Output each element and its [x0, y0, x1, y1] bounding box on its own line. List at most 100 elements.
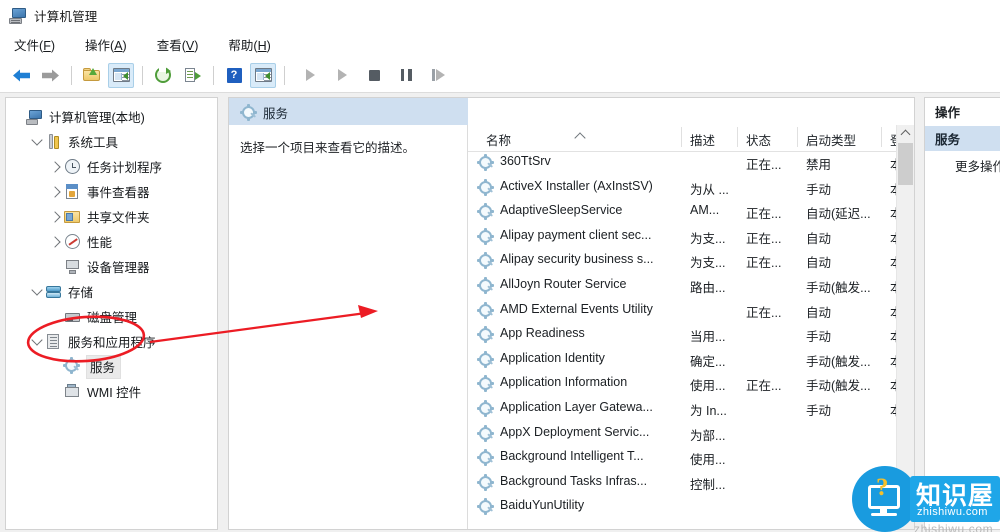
- scroll-up-button[interactable]: [897, 125, 914, 142]
- tree-item-10[interactable]: 服务: [6, 354, 217, 379]
- service-gear-icon: [477, 154, 494, 173]
- table-row[interactable]: Background Tasks Infras... 控制...: [468, 471, 914, 496]
- tree-item-8[interactable]: 磁盘管理: [6, 304, 217, 329]
- tree-item-4[interactable]: 共享文件夹: [6, 204, 217, 229]
- service-description: 控制...: [690, 477, 726, 492]
- console-tree-icon: [112, 68, 130, 82]
- service-gear-icon: [477, 375, 494, 394]
- watermark-monitor-foot: [871, 513, 897, 516]
- chevron-right-icon[interactable]: [48, 229, 64, 254]
- table-row[interactable]: Background Intelligent T... 使用...: [468, 446, 914, 471]
- table-row[interactable]: ActiveX Installer (AxInstSV)为从 ...手动本: [468, 176, 914, 201]
- table-row[interactable]: Application Information 使用... 正在... 手动(触发..…: [468, 372, 914, 397]
- column-divider[interactable]: [881, 127, 882, 147]
- tree-item-label: 服务和应用程序: [68, 336, 156, 350]
- tree-item-5[interactable]: 性能: [6, 229, 217, 254]
- service-startup-type: 手动: [806, 330, 832, 345]
- services-pane: 服务 选择一个项目来查看它的描述。 名称描述状态启动类型登 360TtSrv正在…: [228, 97, 915, 530]
- column-header-description[interactable]: 描述: [681, 127, 715, 149]
- service-gear-icon: [477, 449, 494, 468]
- scrollbar-thumb[interactable]: [898, 143, 913, 185]
- restart-service-button[interactable]: [426, 63, 450, 88]
- services-pane-title: 服务: [263, 107, 289, 121]
- menu-view[interactable]: 查看(V): [155, 33, 201, 56]
- tree-item-label: 事件查看器: [87, 186, 150, 200]
- table-row[interactable]: Alipay payment client sec... 为支... 正在... 自动…: [468, 225, 914, 250]
- chevron-down-icon[interactable]: [29, 329, 45, 354]
- table-row[interactable]: Alipay security business s... 为支... 正在... 自…: [468, 249, 914, 274]
- column-divider[interactable]: [797, 127, 798, 147]
- service-gear-icon: [477, 252, 494, 271]
- chevron-down-icon[interactable]: [29, 129, 45, 154]
- service-startup-type: 禁用: [806, 158, 832, 172]
- stop-service-button[interactable]: [362, 63, 386, 88]
- table-row[interactable]: AdaptiveSleepServiceAM...正在...自动(延迟...本: [468, 200, 914, 225]
- service-startup-type: 自动(延迟...: [806, 207, 871, 222]
- table-row[interactable]: 360TtSrv正在...禁用本: [468, 151, 914, 176]
- service-gear-icon: [477, 498, 494, 517]
- table-row[interactable]: AppX Deployment Servic... 为部...: [468, 422, 914, 447]
- tree-item-11[interactable]: WMI 控件: [6, 379, 217, 404]
- table-row[interactable]: AMD External Events Utility正在...自动本: [468, 299, 914, 324]
- menu-action-label: 操作: [85, 39, 111, 53]
- chevron-right-icon[interactable]: [48, 154, 64, 179]
- action-pane-subheader: 服务: [925, 126, 1000, 151]
- export-list-button[interactable]: [179, 63, 205, 88]
- service-description: 使用...: [690, 453, 726, 468]
- play-icon: [305, 69, 315, 81]
- service-name: Application Layer Gatewa...: [500, 400, 653, 414]
- pause-service-button[interactable]: [394, 63, 418, 88]
- table-row[interactable]: BaiduYunUtility: [468, 495, 914, 520]
- chevron-up-icon: [900, 129, 911, 140]
- service-name: AppX Deployment Servic...: [500, 424, 650, 439]
- toolbar: ?: [0, 58, 1000, 93]
- back-button[interactable]: [8, 63, 34, 88]
- service-gear-icon: [477, 178, 494, 198]
- forward-button[interactable]: [37, 63, 63, 88]
- tree-item-7[interactable]: 存储: [6, 279, 217, 304]
- tree-item-1[interactable]: 系统工具: [6, 129, 217, 154]
- start-service-button[interactable]: [298, 63, 322, 88]
- computer-icon: [26, 108, 44, 126]
- column-divider[interactable]: [737, 127, 738, 147]
- menu-file[interactable]: 文件(F): [12, 33, 57, 56]
- console-tree: 计算机管理(本地) 系统工具任务计划程序事件查看器共享文件夹 性能 设备管理器 存储磁盘…: [6, 98, 217, 404]
- chevron-down-icon[interactable]: [29, 279, 45, 304]
- table-row[interactable]: App Readiness当用...手动本: [468, 323, 914, 348]
- refresh-button[interactable]: [150, 63, 176, 88]
- services-rows: 360TtSrv正在...禁用本ActiveX Installer (AxIns…: [468, 151, 914, 529]
- chevron-right-icon[interactable]: [48, 179, 64, 204]
- tree-item-label: 磁盘管理: [87, 311, 138, 325]
- service-description: 确定...: [690, 354, 726, 369]
- table-row[interactable]: Application Identity确定...手动(触发...本: [468, 348, 914, 373]
- tree-item-label: 系统工具: [68, 136, 119, 150]
- tree-item-0[interactable]: 计算机管理(本地): [6, 104, 217, 129]
- column-header-startup[interactable]: 启动类型: [797, 127, 856, 149]
- tree-item-label: WMI 控件: [87, 386, 142, 400]
- column-header-status[interactable]: 状态: [737, 127, 771, 149]
- more-actions-item[interactable]: 更多操作: [955, 156, 1000, 175]
- menu-action[interactable]: 操作(A): [83, 33, 129, 56]
- chevron-right-icon[interactable]: [48, 204, 64, 229]
- menu-help[interactable]: 帮助(H): [226, 33, 272, 56]
- table-row[interactable]: AllJoyn Router Service路由...手动(触发...本: [468, 274, 914, 299]
- column-header-name[interactable]: 名称: [486, 130, 511, 149]
- up-folder-button[interactable]: [79, 63, 105, 88]
- service-name: AMD External Events Utility: [500, 301, 653, 316]
- start-all-button[interactable]: [330, 63, 354, 88]
- show-action-pane-button[interactable]: [250, 62, 276, 88]
- console-tree-pane: 计算机管理(本地) 系统工具任务计划程序事件查看器共享文件夹 性能 设备管理器 存储磁盘…: [5, 97, 218, 530]
- help-button[interactable]: ?: [221, 63, 247, 88]
- tree-item-3[interactable]: 事件查看器: [6, 179, 217, 204]
- service-name: Alipay security business s...: [500, 252, 654, 267]
- tree-item-2[interactable]: 任务计划程序: [6, 154, 217, 179]
- table-row[interactable]: Application Layer Gatewa...为 In...手动本: [468, 397, 914, 422]
- column-divider[interactable]: [681, 127, 682, 147]
- watermark-en-text: zhishiwu.com: [917, 506, 988, 518]
- export-list-icon: [184, 67, 201, 83]
- show-hide-tree-button[interactable]: [108, 62, 134, 88]
- tree-item-6[interactable]: 设备管理器: [6, 254, 217, 279]
- tree-item-9[interactable]: 服务和应用程序: [6, 329, 217, 354]
- window-title: 计算机管理: [34, 10, 98, 24]
- menu-action-accel: A: [114, 39, 123, 53]
